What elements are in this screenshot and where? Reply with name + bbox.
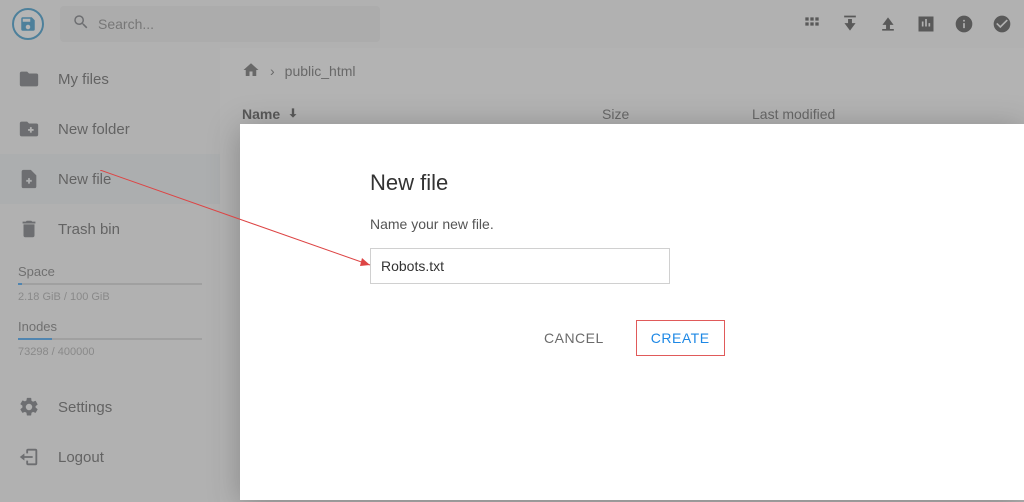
create-button[interactable]: CREATE <box>636 320 725 356</box>
app-root: My files New folder New file Trash bin S… <box>0 0 1024 502</box>
dialog-title: New file <box>370 170 894 196</box>
filename-input[interactable] <box>370 248 670 284</box>
dialog-actions: CANCEL CREATE <box>530 320 894 356</box>
dialog-prompt: Name your new file. <box>370 216 894 232</box>
cancel-button[interactable]: CANCEL <box>530 320 618 356</box>
new-file-dialog: New file Name your new file. CANCEL CREA… <box>240 124 1024 500</box>
